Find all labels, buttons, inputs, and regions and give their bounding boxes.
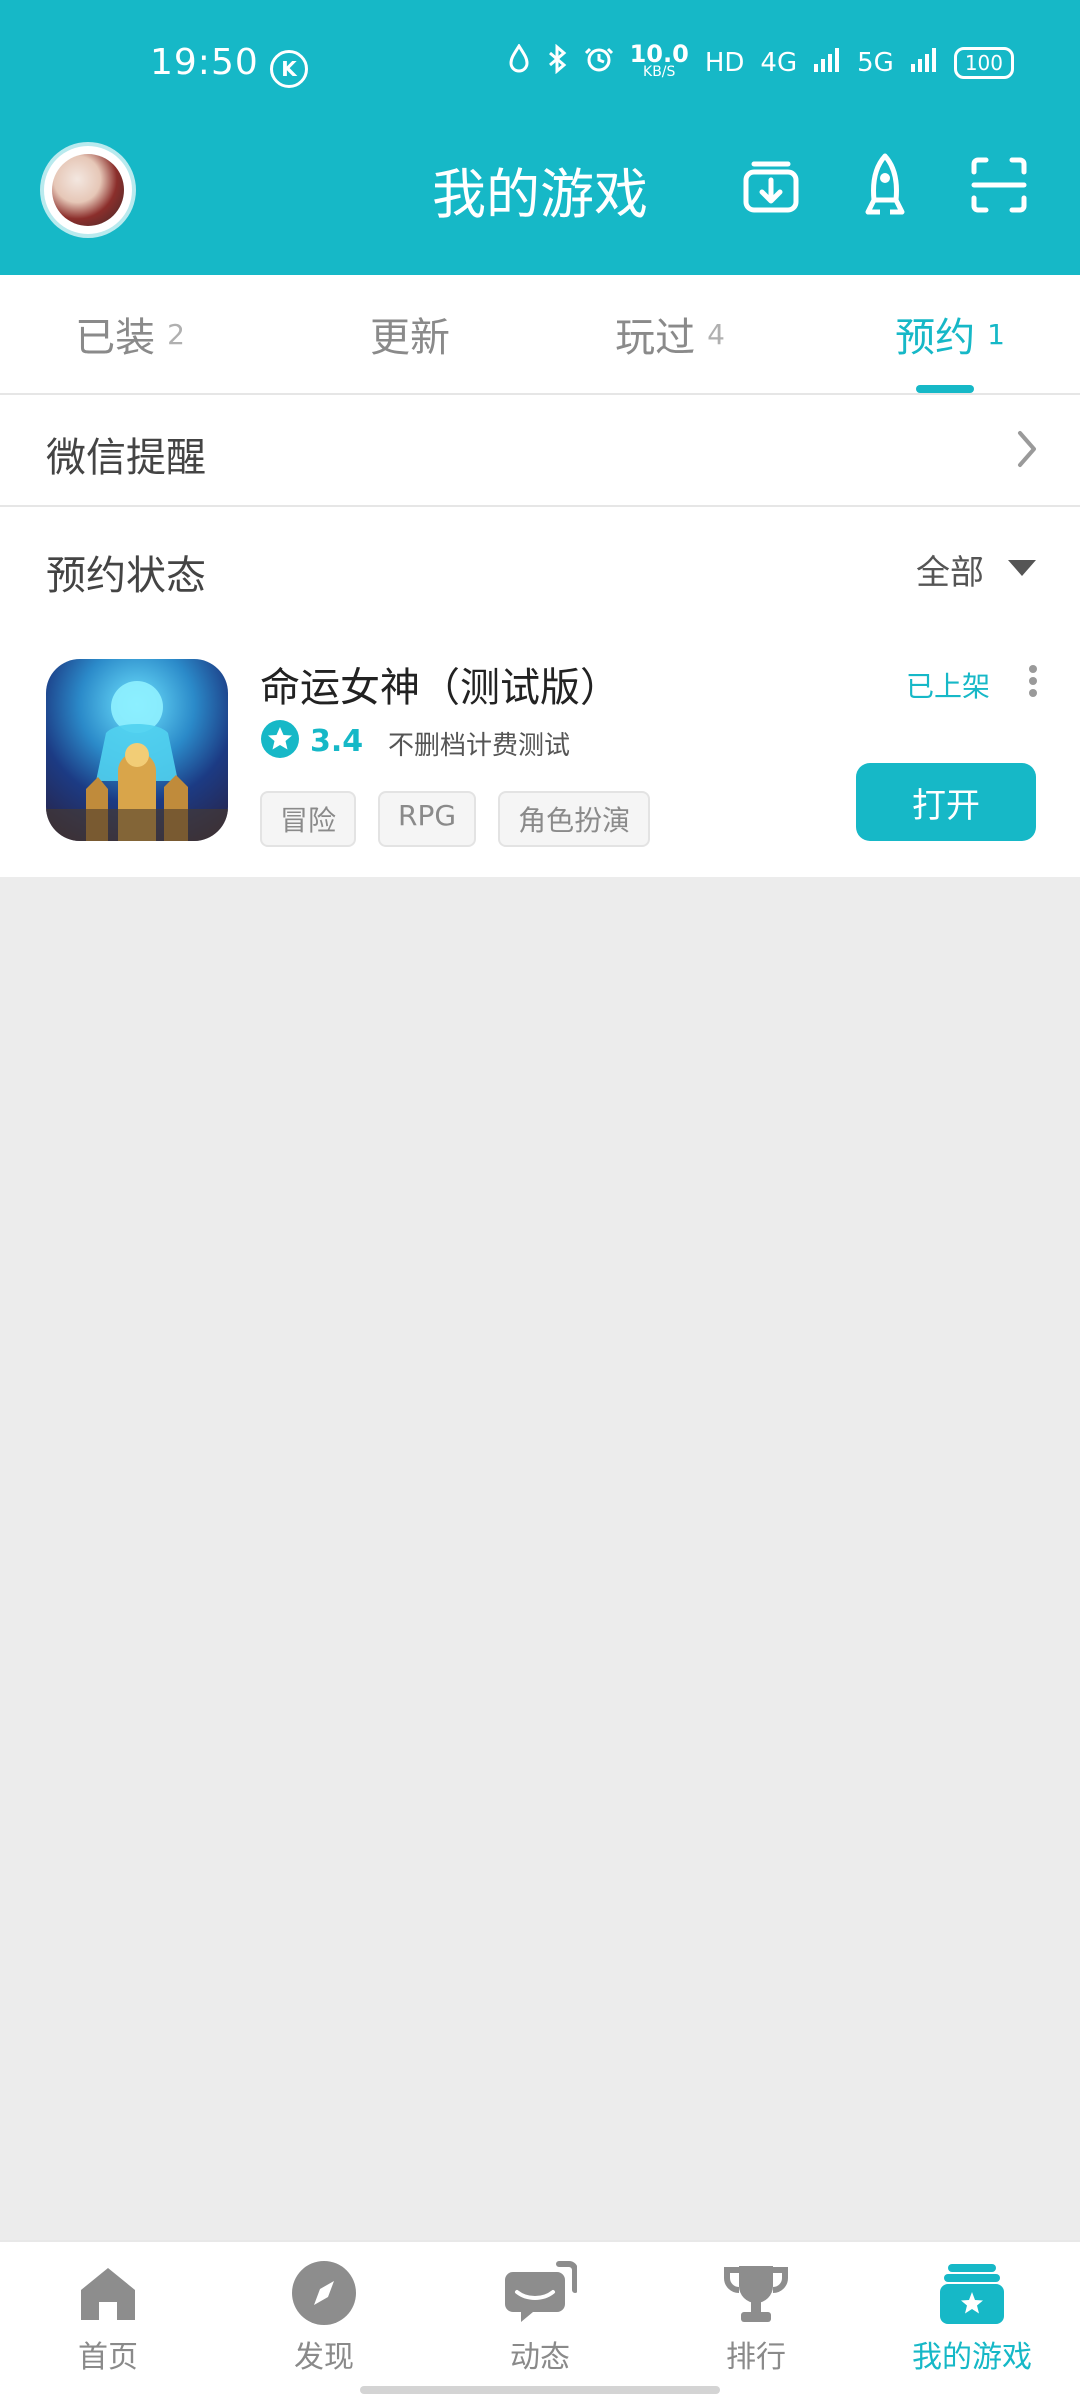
nav-label: 发现 [294,2340,354,2375]
rating-value: 3.4 [310,723,364,759]
nav-label: 我的游戏 [912,2340,1032,2375]
net-speed-unit: KB/S [643,63,676,80]
tab-reserved[interactable]: 预约 1 [860,275,1040,393]
tab-label: 玩过 [615,315,696,361]
tab-count: 2 [167,317,185,351]
nav-ranking[interactable]: 排行 [676,2260,836,2376]
wechat-reminder-label: 微信提醒 [46,435,206,481]
rocket-icon[interactable] [850,150,920,220]
tab-label: 预约 [895,315,976,361]
chat-icon [501,2260,579,2326]
filter-value: 全部 [916,553,984,593]
more-options-icon[interactable] [1024,663,1042,699]
status-indicators: 10.0 KB/S HD 4G 5G 100 [508,39,1014,81]
status-bar: 19:50 K 10.0 KB/S HD 4G 5G 100 [0,0,1080,130]
signal-4g: 4G [760,47,798,78]
net-speed-value: 10.0 [629,39,689,68]
battery-indicator: 100 [953,46,1014,79]
k-icon: K [270,50,308,88]
home-icon [69,2260,147,2326]
tab-installed[interactable]: 已装 2 [40,275,220,393]
hd-indicator: HD [704,47,745,78]
game-icon[interactable] [46,659,228,841]
nav-home[interactable]: 首页 [28,2260,188,2376]
open-button[interactable]: 打开 [856,763,1036,841]
compass-icon [285,2260,363,2326]
nav-label: 排行 [726,2340,786,2375]
chevron-right-icon [1014,427,1040,475]
download-manager-icon[interactable] [736,150,806,220]
nav-discover[interactable]: 发现 [244,2260,404,2376]
active-tab-indicator [916,385,974,393]
game-tag[interactable]: RPG [378,791,477,847]
status-time: 19:50 [150,42,259,83]
nav-activity[interactable]: 动态 [460,2260,620,2376]
tab-label: 已装 [75,315,156,361]
empty-content-area [0,877,1080,2240]
game-subtitle: 不删档计费测试 [388,731,571,761]
signal-5g: 5G [857,47,894,78]
signal-bars-icon-2 [910,46,938,79]
game-card[interactable]: 命运女神（测试版） 3.4 不删档计费测试 冒险 RPG 角色扮演 已上架 打开 [0,627,1080,877]
tab-played[interactable]: 玩过 4 [580,275,760,393]
page-title: 我的游戏 [432,163,648,226]
nav-my-games[interactable]: 我的游戏 [892,2260,1052,2376]
game-title[interactable]: 命运女神（测试版） [260,655,620,713]
drop-icon [508,43,530,81]
status-filter-dropdown[interactable]: 全部 [916,545,1038,594]
trophy-icon [717,2260,795,2326]
game-tag[interactable]: 角色扮演 [498,791,651,847]
avatar-image [52,154,124,226]
game-tags: 冒险 RPG 角色扮演 [260,791,651,847]
tab-label: 更新 [370,315,450,361]
tab-update[interactable]: 更新 [320,275,500,393]
game-tag[interactable]: 冒险 [260,791,357,847]
game-rating: 3.4 [260,719,363,763]
my-games-icon [933,2260,1011,2326]
alarm-icon [584,44,614,81]
nav-label: 首页 [78,2340,138,2375]
reservation-status-row: 预约状态 全部 [0,507,1080,627]
home-indicator [360,2386,720,2394]
wechat-reminder-row[interactable]: 微信提醒 [0,395,1080,507]
tab-bar: 已装 2 更新 玩过 4 预约 1 [0,275,1080,395]
bottom-navigation: 首页 发现 动态 排行 我的游戏 [0,2240,1080,2402]
signal-bars-icon [813,46,841,79]
tab-count: 1 [987,317,1005,351]
tab-count: 4 [707,317,725,351]
reservation-status-label: 预约状态 [46,553,206,599]
star-icon [260,719,300,763]
nav-label: 动态 [510,2340,570,2375]
avatar[interactable] [44,146,132,234]
bluetooth-icon [546,43,568,81]
network-speed: 10.0 KB/S [629,39,689,81]
top-header: 19:50 K 10.0 KB/S HD 4G 5G 100 我的游戏 [0,0,1080,275]
scan-icon[interactable] [964,150,1034,220]
caret-down-icon [1006,558,1038,582]
release-status: 已上架 [906,670,991,703]
